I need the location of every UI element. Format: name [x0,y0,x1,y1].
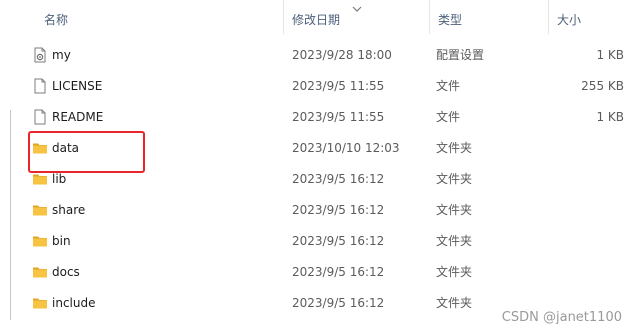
folder-icon [32,202,48,218]
column-header-date[interactable]: 修改日期 [285,0,425,40]
column-divider[interactable] [429,0,430,34]
file-size: 255 KB [581,79,624,93]
column-header-type[interactable]: 类型 [431,0,541,40]
file-name: LICENSE [52,79,103,93]
file-type: 文件夹 [436,203,473,217]
file-row-share[interactable]: share 2023/9/5 16:12 文件夹 [24,195,636,226]
file-name: share [52,203,86,217]
settings-file-icon [32,47,48,63]
file-type: 文件 [436,110,461,124]
column-header-bar: 名称 修改日期 类型 大小 [0,0,636,40]
file-modified-date: 2023/9/28 18:00 [292,48,392,62]
file-type: 文件夹 [436,141,473,155]
file-modified-date: 2023/9/5 16:12 [292,203,385,217]
file-row-bin[interactable]: bin 2023/9/5 16:12 文件夹 [24,226,636,257]
file-modified-date: 2023/10/10 12:03 [292,141,400,155]
file-modified-date: 2023/9/5 16:12 [292,172,385,186]
file-name: README [52,110,104,124]
annotation-highlight-box [28,131,145,173]
file-type: 配置设置 [436,48,485,62]
file-size: 1 KB [596,110,624,124]
file-name: bin [52,234,71,248]
file-modified-date: 2023/9/5 16:12 [292,265,385,279]
column-divider[interactable] [548,0,549,34]
file-icon [32,78,48,94]
file-type: 文件夹 [436,265,473,279]
file-type: 文件 [436,79,461,93]
folder-icon [32,171,48,187]
file-size: 1 KB [596,48,624,62]
folder-icon [32,233,48,249]
column-header-size[interactable]: 大小 [550,0,630,40]
file-modified-date: 2023/9/5 11:55 [292,79,385,93]
file-type: 文件夹 [436,234,473,248]
file-type: 文件夹 [436,296,473,310]
pane-border [10,110,11,320]
column-divider[interactable] [283,0,284,34]
file-explorer: 名称 修改日期 类型 大小 my 2023/9/28 18:00 配置设置 1 KB L… [0,0,636,334]
column-header-name[interactable]: 名称 [37,0,277,40]
file-row-readme[interactable]: README 2023/9/5 11:55 文件 1 KB [24,102,636,133]
file-row-license[interactable]: LICENSE 2023/9/5 11:55 文件 255 KB [24,71,636,102]
file-type: 文件夹 [436,172,473,186]
file-name: docs [52,265,80,279]
file-name: include [52,296,96,310]
folder-icon [32,264,48,280]
file-row-docs[interactable]: docs 2023/9/5 16:12 文件夹 [24,257,636,288]
file-name: my [52,48,71,62]
file-modified-date: 2023/9/5 16:12 [292,296,385,310]
file-modified-date: 2023/9/5 16:12 [292,234,385,248]
folder-icon [32,295,48,311]
watermark: CSDN @janet1100 [501,310,622,325]
file-row-my[interactable]: my 2023/9/28 18:00 配置设置 1 KB [24,40,636,71]
file-icon [32,109,48,125]
file-modified-date: 2023/9/5 11:55 [292,110,385,124]
